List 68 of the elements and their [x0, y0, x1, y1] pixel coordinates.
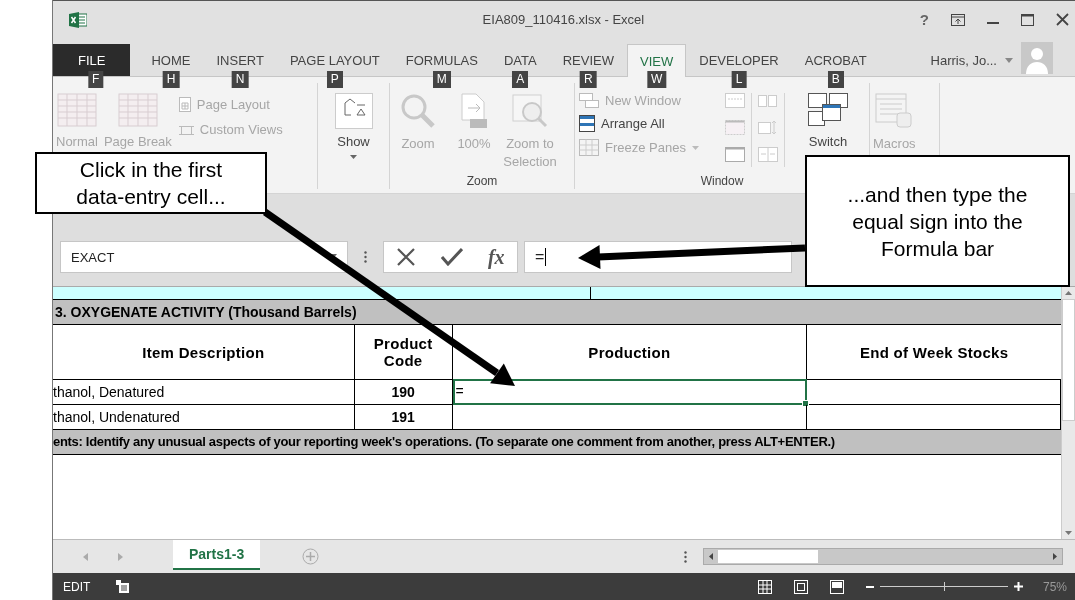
views-icon [178, 123, 194, 136]
window-title: EIA809_110416.xlsx - Excel [481, 12, 646, 27]
page-break-icon[interactable] [829, 579, 844, 594]
windows-icon [579, 93, 599, 108]
column-header: Item Description [53, 325, 355, 379]
keytip-badge: N [231, 71, 249, 88]
sheet-tab[interactable]: Parts1-3 [173, 540, 261, 570]
drag-handle-icon[interactable] [684, 550, 687, 563]
windows-icon [808, 93, 848, 127]
group-label: Zoom [465, 173, 499, 189]
account-menu[interactable]: Harris, Jo... [930, 44, 1013, 76]
callout: Click in the first data-entry cell... [35, 152, 267, 214]
vertical-scrollbar[interactable] [1061, 287, 1075, 539]
page-icon [178, 97, 191, 112]
table-cell: 190 [354, 380, 453, 404]
keytip-badge: F [88, 71, 104, 88]
help-button[interactable]: ? [919, 11, 929, 28]
page-arrow-icon [460, 93, 488, 129]
grid-icon [579, 139, 599, 156]
show-button[interactable]: Show [331, 93, 376, 159]
caret-icon [1005, 57, 1013, 63]
table-cell[interactable]: = [452, 379, 808, 405]
keytip-badge: H [162, 71, 180, 88]
scroll-right-icon[interactable] [1053, 553, 1057, 560]
table-cell: thanol, Undenatured [53, 405, 355, 429]
magnifier-icon [400, 93, 436, 129]
zoom-percent[interactable]: 75% [1042, 579, 1067, 594]
arrange-all-button[interactable]: Arrange All [579, 115, 719, 132]
column-header: Product Code [354, 325, 453, 379]
comment-prompt: ents: Identify any unusual aspects of your reporting week's operations. (To separate one comment from another, press ALT+ENTER.) [53, 430, 1061, 455]
maximize-icon[interactable] [1021, 13, 1034, 26]
keytip-badge: L [731, 71, 747, 88]
cancel-icon[interactable] [396, 247, 417, 267]
caret-icon [350, 155, 357, 159]
page-layout-icon[interactable] [793, 579, 808, 594]
keytip-badge: A [512, 71, 529, 88]
horizontal-scrollbar[interactable] [703, 548, 1063, 565]
grid-icon [117, 93, 158, 127]
keytip-badge: R [580, 71, 597, 88]
callout: ...and then type the equal sign into the Formula bar [805, 155, 1070, 287]
table-cell: thanol, Denatured [53, 380, 355, 404]
show-icon [334, 93, 373, 129]
grid-icon [56, 93, 97, 127]
scroll-down-icon[interactable] [1065, 531, 1072, 535]
keytip-badge: B [827, 71, 844, 88]
column-header: End of Week Stocks [858, 342, 1010, 363]
switch-windows-button[interactable]: Switch [805, 93, 851, 151]
table-cell: 191 [354, 405, 453, 429]
excel-logo-icon [69, 11, 87, 28]
macro-record-icon[interactable] [116, 580, 130, 593]
zoom-in-icon[interactable] [1013, 582, 1023, 591]
caret-icon [691, 145, 699, 150]
check-icon[interactable] [441, 248, 464, 266]
ribbon-display-icon[interactable] [951, 13, 965, 26]
close-icon[interactable] [1056, 13, 1069, 26]
zoom-selection-icon [512, 93, 548, 129]
group-label: Window [699, 173, 745, 189]
section-title: 3. OXYGENATE ACTIVITY (Thousand Barrels) [53, 300, 1061, 325]
status-mode: EDIT [63, 579, 91, 594]
keytip-badge: M [432, 71, 451, 88]
macro-sheet-icon [875, 93, 914, 129]
stacked-panes-icon [579, 115, 595, 132]
scroll-up-icon[interactable] [1065, 291, 1072, 295]
scroll-left-icon[interactable] [709, 553, 713, 560]
keytip-badge: P [326, 71, 343, 88]
drag-handle-icon[interactable] [364, 251, 367, 263]
normal-view-icon[interactable] [757, 579, 772, 594]
insert-function-button[interactable]: fx [487, 245, 505, 269]
